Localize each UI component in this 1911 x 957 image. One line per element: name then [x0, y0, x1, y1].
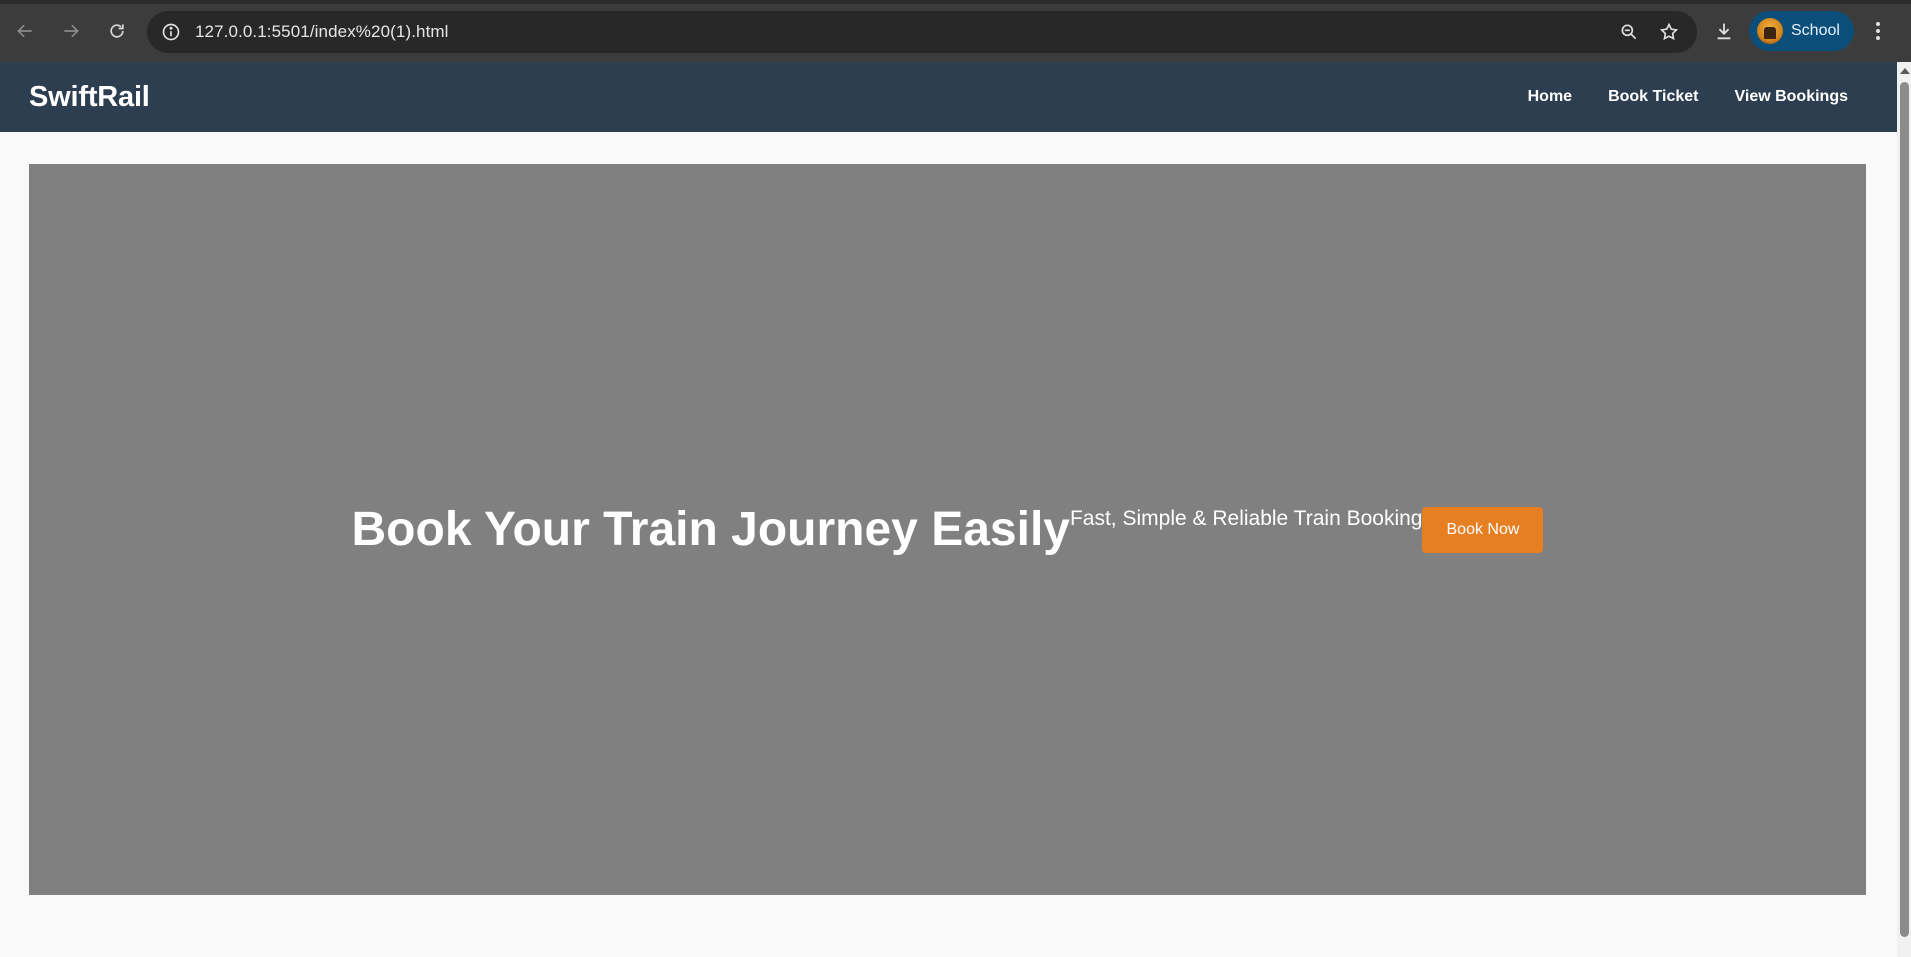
book-now-button[interactable]: Book Now [1422, 506, 1544, 553]
arrow-left-icon [17, 24, 32, 38]
reload-icon [110, 24, 124, 38]
page-scrollbar[interactable] [1897, 62, 1911, 957]
avatar [1757, 18, 1783, 44]
profile-label: School [1791, 22, 1840, 39]
reload-button[interactable] [94, 11, 140, 51]
brand-logo[interactable]: SwiftRail [29, 81, 150, 114]
tab-strip-edge [0, 0, 1911, 4]
hero-section: Book Your Train Journey Easily Fast, Sim… [29, 164, 1866, 895]
kebab-menu-icon[interactable] [1868, 22, 1888, 40]
address-bar-actions [1619, 11, 1679, 53]
url-text[interactable]: 127.0.0.1:5501/index%20(1).html [195, 22, 449, 42]
star-icon[interactable] [1659, 22, 1679, 42]
forward-button[interactable] [48, 11, 94, 51]
scrollbar-thumb[interactable] [1900, 82, 1909, 937]
browser-toolbar: 127.0.0.1:5501/index%20(1).html School [0, 0, 1911, 62]
scroll-up-arrow-icon[interactable] [1900, 68, 1910, 74]
browser-actions: School [1713, 10, 1888, 52]
nav-link-book-ticket[interactable]: Book Ticket [1608, 88, 1698, 106]
site-navbar: SwiftRail Home Book Ticket View Bookings [0, 62, 1897, 132]
nav-link-home[interactable]: Home [1528, 88, 1572, 106]
nav-link-view-bookings[interactable]: View Bookings [1734, 88, 1848, 106]
nav-links: Home Book Ticket View Bookings [1528, 88, 1848, 106]
info-icon[interactable] [157, 18, 185, 46]
arrow-right-icon [64, 24, 79, 38]
hero-subtitle: Fast, Simple & Reliable Train Booking [1069, 506, 1423, 530]
download-icon[interactable] [1713, 20, 1735, 42]
hero-title: Book Your Train Journey Easily [351, 503, 1070, 556]
profile-button[interactable]: School [1749, 11, 1854, 51]
zoom-out-icon[interactable] [1619, 22, 1639, 42]
address-bar[interactable]: 127.0.0.1:5501/index%20(1).html [147, 11, 1697, 53]
back-button[interactable] [2, 11, 48, 51]
page-viewport: SwiftRail Home Book Ticket View Bookings… [0, 62, 1897, 957]
